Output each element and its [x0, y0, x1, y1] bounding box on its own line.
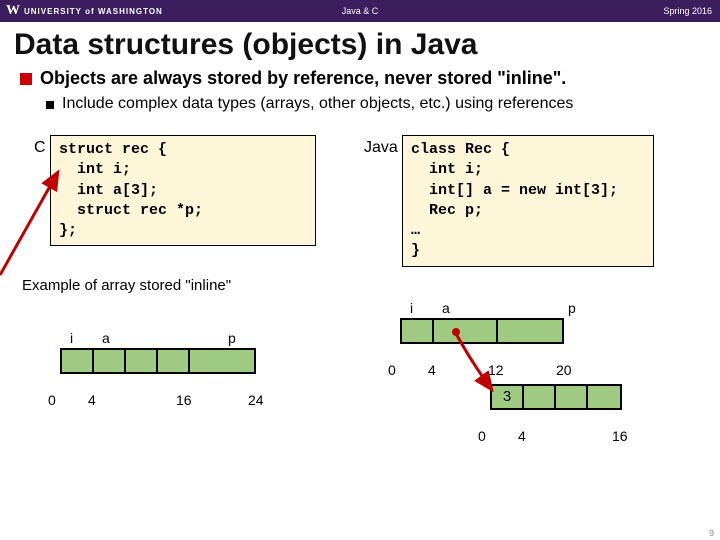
cell-a0 [94, 350, 126, 372]
square-bullet-icon [20, 73, 32, 85]
java-memory-row: i a p 0 4 12 20 [400, 318, 564, 344]
square-bullet-icon [46, 101, 54, 109]
c-code-col: C struct rec { int i; int a[3]; struct r… [36, 135, 316, 267]
java-code-box: class Rec { int i; int[] a = new int[3];… [402, 135, 654, 267]
memory-diagrams: i a p 0 4 16 24 i a p [0, 300, 720, 450]
header-course: Java & C [342, 6, 379, 16]
bullet-1: Objects are always stored by reference, … [20, 68, 700, 89]
slide-title: Data structures (objects) in Java [0, 22, 720, 64]
cell-len: 3 [492, 386, 524, 408]
c-memory-row: i a p 0 4 16 24 [60, 348, 256, 374]
cell-a1 [556, 386, 588, 408]
uw-logo: W UNIVERSITY of WASHINGTON [0, 3, 163, 19]
code-section: C struct rec { int i; int a[3]; struct r… [0, 117, 720, 271]
cell-a2 [158, 350, 190, 372]
page-number: 9 [709, 528, 714, 538]
cell-a2 [588, 386, 620, 408]
logo-text: UNIVERSITY of WASHINGTON [24, 7, 163, 16]
c-code-box: struct rec { int i; int a[3]; struct rec… [50, 135, 316, 246]
c-label: C [34, 139, 46, 157]
c-mem-cells [60, 348, 256, 374]
dot-icon [452, 328, 460, 336]
java-mem-cells [400, 318, 564, 344]
cell-i [402, 320, 434, 342]
cell-p-ref [498, 320, 562, 342]
cell-i [62, 350, 94, 372]
java-code-col: Java class Rec { int i; int[] a = new in… [374, 135, 654, 267]
bullet-list: Objects are always stored by reference, … [0, 64, 720, 117]
cell-p [190, 350, 254, 372]
logo-w-icon: W [6, 3, 20, 19]
slide-header: W UNIVERSITY of WASHINGTON Java & C Spri… [0, 0, 720, 22]
cell-a1 [126, 350, 158, 372]
cell-a0 [524, 386, 556, 408]
header-term: Spring 2016 [663, 6, 720, 16]
example-label: Example of array stored "inline" [0, 271, 720, 300]
java-label: Java [364, 139, 398, 157]
cell-a-ref [434, 320, 498, 342]
bullet-2: Include complex data types (arrays, othe… [46, 95, 700, 113]
array-object-row: 3 0 4 16 [490, 384, 622, 410]
array-cells: 3 [490, 384, 622, 410]
